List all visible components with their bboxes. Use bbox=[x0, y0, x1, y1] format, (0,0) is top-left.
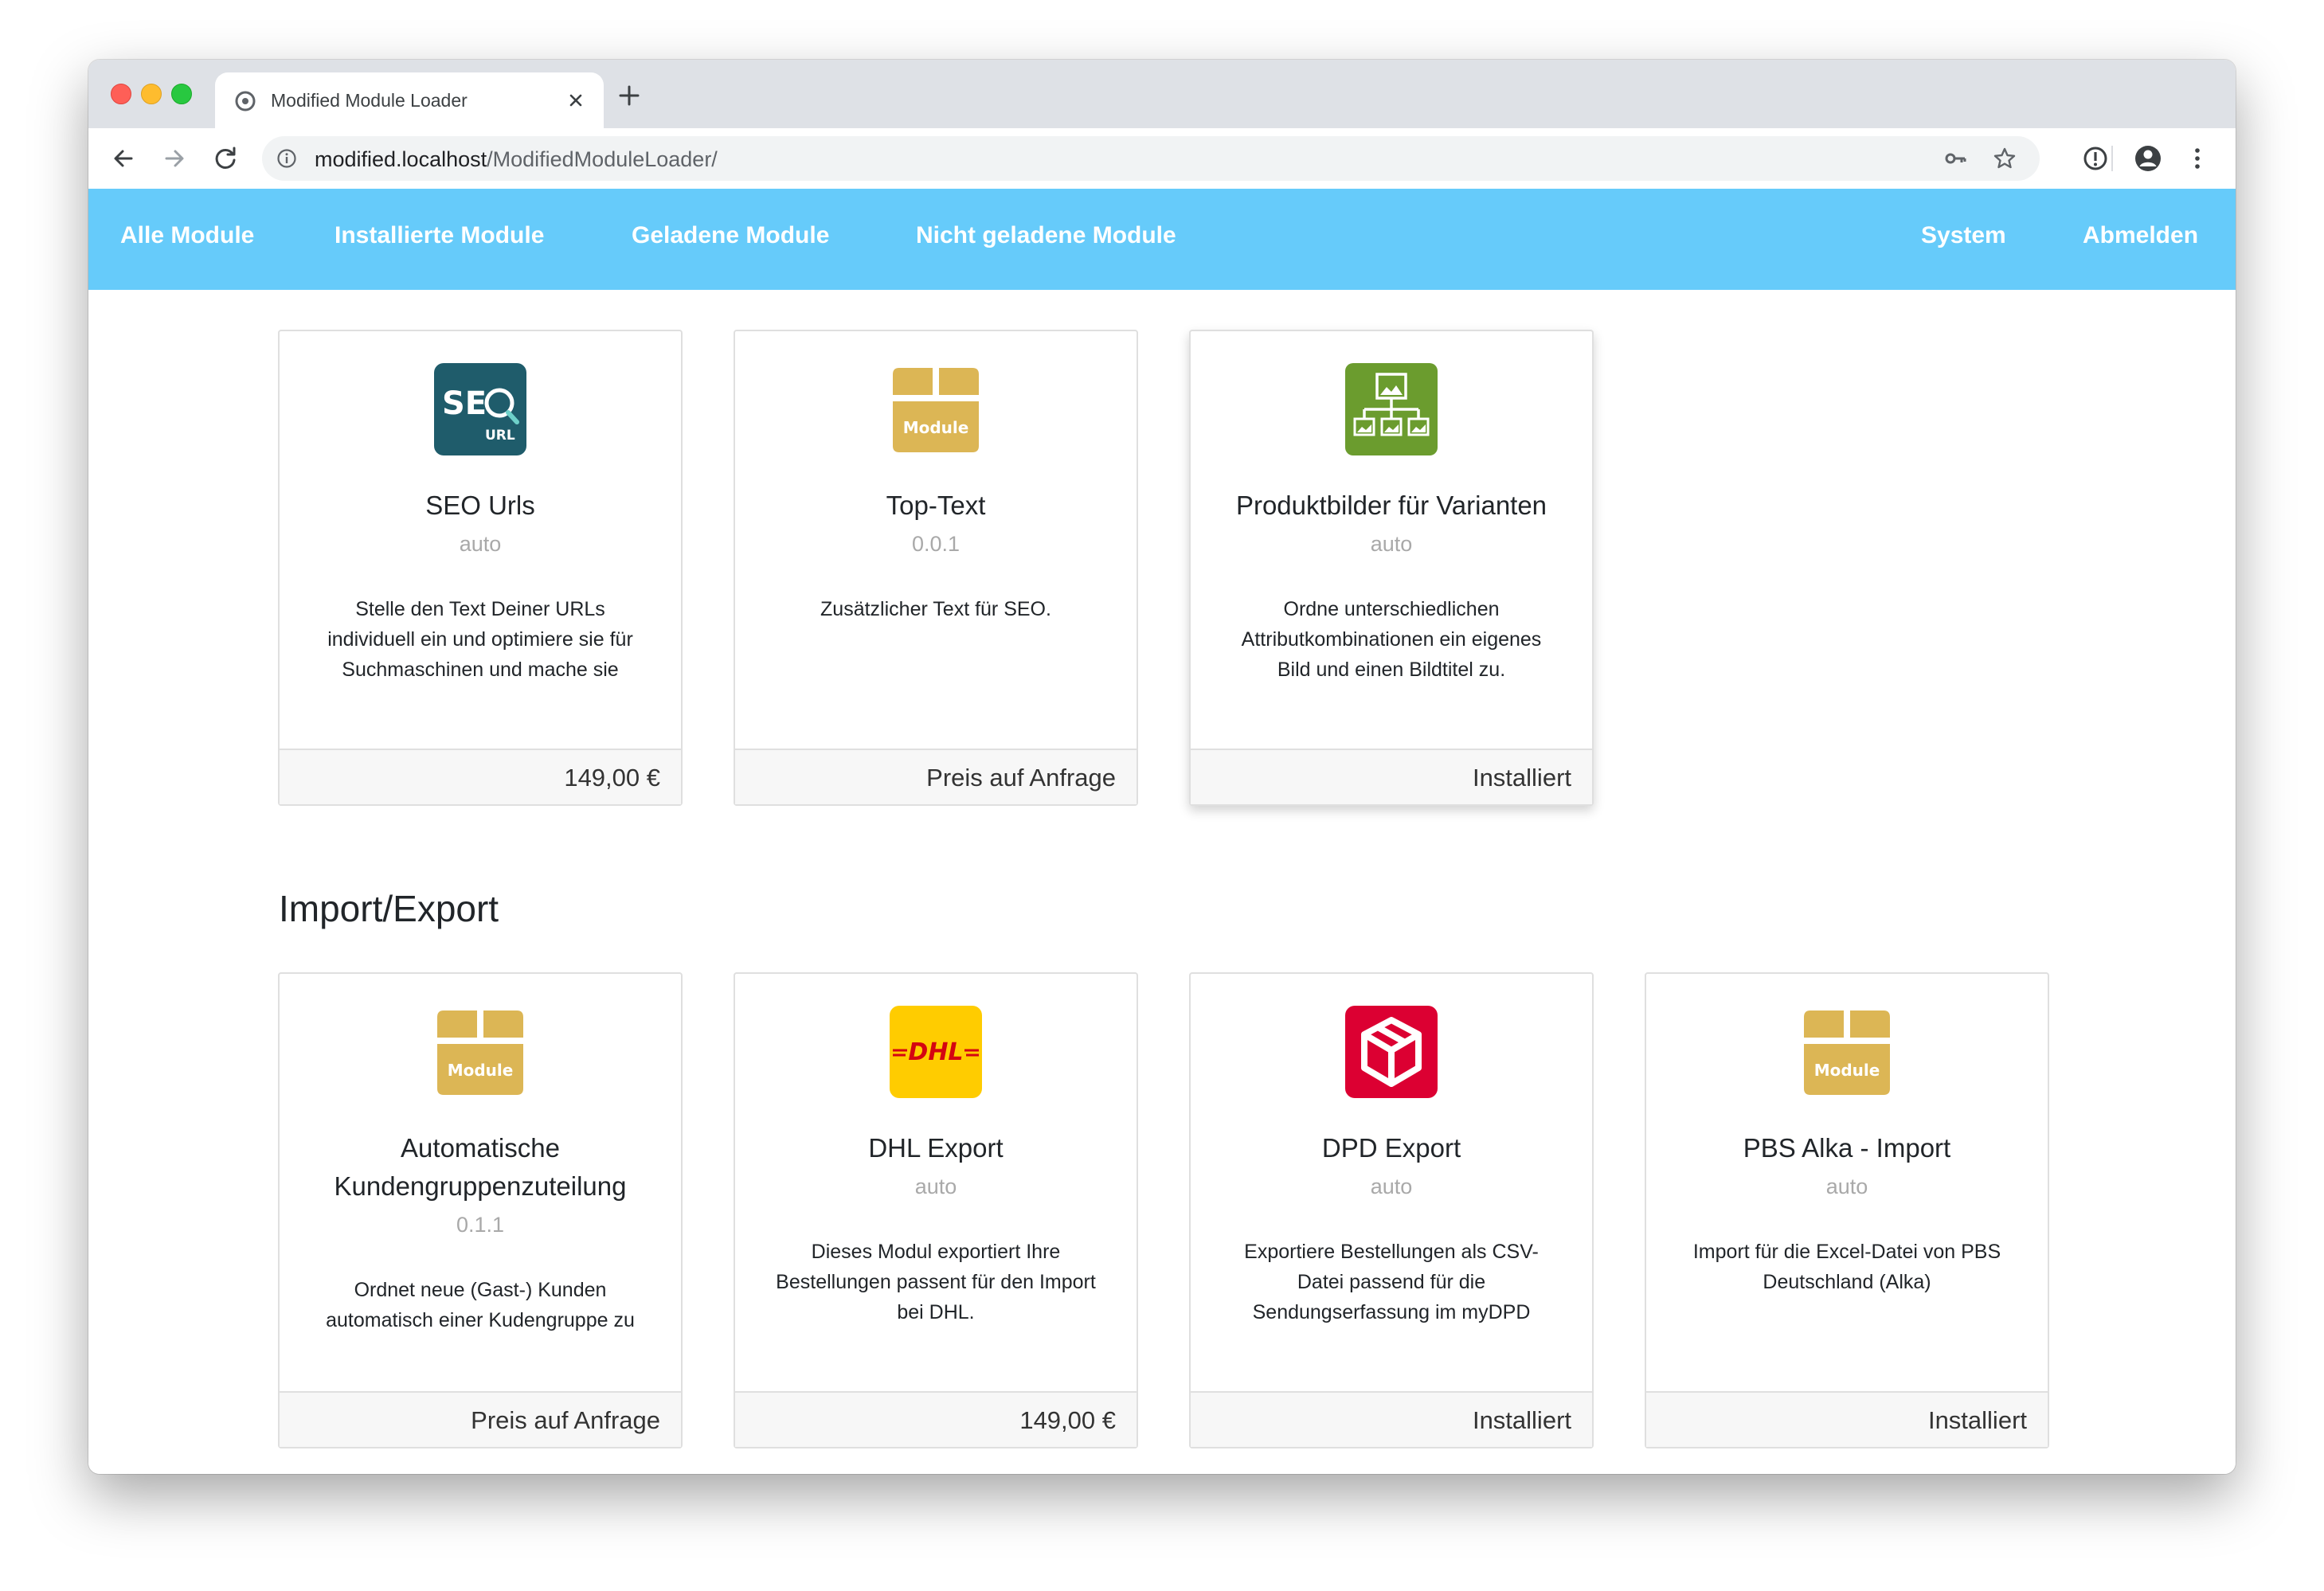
dhl-logo-icon: DHL bbox=[890, 1006, 982, 1098]
module-card-top-text[interactable]: Module Top-Text 0.0.1 Zusätzlicher Text … bbox=[734, 330, 1138, 806]
new-tab-icon[interactable] bbox=[614, 80, 644, 111]
svg-text:Module: Module bbox=[1814, 1061, 1880, 1080]
maximize-window-button[interactable] bbox=[171, 84, 192, 104]
reload-icon[interactable] bbox=[209, 143, 241, 174]
module-card-seo-urls[interactable]: SE URL SEO Urls auto Stelle den Text Dei… bbox=[278, 330, 683, 806]
card-footer: Installiert bbox=[1191, 1391, 1592, 1447]
address-bar[interactable]: modified.localhost/ModifiedModuleLoader/ bbox=[262, 136, 2040, 181]
card-version: 0.1.1 bbox=[456, 1213, 505, 1237]
card-description: Ordne unterschiedlichen Attributkombinat… bbox=[1241, 598, 1542, 681]
card-footer: Installiert bbox=[1191, 749, 1592, 804]
close-tab-icon[interactable] bbox=[562, 87, 589, 114]
card-footer: Installiert bbox=[1646, 1391, 2048, 1447]
card-version: auto bbox=[1370, 532, 1413, 556]
card-footer: Preis auf Anfrage bbox=[280, 1391, 681, 1447]
profile-avatar-icon[interactable] bbox=[2132, 143, 2164, 174]
url-text[interactable]: modified.localhost/ModifiedModuleLoader/ bbox=[315, 147, 718, 172]
module-list: SE URL SEO Urls auto Stelle den Text Dei… bbox=[88, 290, 2236, 1474]
extension-info-icon[interactable] bbox=[2079, 143, 2111, 174]
forward-arrow-icon[interactable] bbox=[158, 143, 190, 174]
card-price: 149,00 € bbox=[1019, 1406, 1116, 1434]
nav-system[interactable]: System bbox=[1921, 222, 2006, 249]
tab-title: Modified Module Loader bbox=[271, 90, 468, 111]
bookmark-star-icon[interactable] bbox=[1992, 146, 2017, 171]
card-title: SEO Urls bbox=[425, 491, 535, 520]
card-version: 0.0.1 bbox=[911, 532, 961, 556]
back-arrow-icon[interactable] bbox=[108, 143, 139, 174]
card-description: Stelle den Text Deiner URLs individuell … bbox=[327, 598, 633, 681]
card-footer: 149,00 € bbox=[735, 1391, 1137, 1447]
card-title: Produktbilder für Varianten bbox=[1235, 491, 1547, 520]
card-price: Preis auf Anfrage bbox=[926, 764, 1116, 792]
svg-text:Module: Module bbox=[903, 418, 969, 437]
nav-installierte-module[interactable]: Installierte Module bbox=[335, 222, 544, 249]
card-price: 149,00 € bbox=[564, 764, 660, 792]
nav-abmelden[interactable]: Abmelden bbox=[2083, 222, 2198, 249]
main-navigation: Alle Module Installierte Module Geladene… bbox=[88, 189, 2236, 290]
tab-strip: Modified Module Loader bbox=[88, 60, 2236, 130]
card-version: auto bbox=[1370, 1175, 1413, 1198]
browser-window: Modified Module Loader modified.localhos… bbox=[88, 60, 2236, 1474]
module-card-produktbilder[interactable]: Produktbilder für Varianten auto Ordne u… bbox=[1189, 330, 1594, 806]
card-description: Import für die Excel-Datei von PBS Deuts… bbox=[1692, 1241, 2001, 1293]
seo-url-icon: SE URL bbox=[434, 363, 526, 455]
tab-modified-module-loader[interactable]: Modified Module Loader bbox=[215, 72, 604, 130]
product-variant-images-icon bbox=[1345, 363, 1438, 455]
toolbar: modified.localhost/ModifiedModuleLoader/ bbox=[88, 128, 2236, 190]
card-status: Installiert bbox=[1472, 764, 1571, 792]
favicon-icon bbox=[235, 91, 256, 111]
nav-alle-module[interactable]: Alle Module bbox=[120, 222, 254, 249]
svg-text:DHL: DHL bbox=[908, 1038, 963, 1066]
card-title: Top-Text bbox=[886, 491, 986, 520]
card-description: Dieses Modul exportiert Ihre Bestellunge… bbox=[776, 1241, 1096, 1323]
card-description: Exportiere Bestellungen als CSV-Datei pa… bbox=[1244, 1241, 1539, 1323]
card-title: DPD Export bbox=[1321, 1133, 1461, 1163]
card-description: Zusätzlicher Text für SEO. bbox=[820, 598, 1051, 620]
dpd-logo-icon bbox=[1345, 1006, 1438, 1098]
url-path: /ModifiedModuleLoader/ bbox=[487, 147, 718, 171]
module-card-pbs-alka-import[interactable]: Module PBS Alka - Import auto Import für… bbox=[1645, 972, 2049, 1448]
card-price: Preis auf Anfrage bbox=[471, 1406, 660, 1434]
card-footer: 149,00 € bbox=[280, 749, 681, 804]
card-version: auto bbox=[459, 532, 502, 556]
card-description: Ordnet neue (Gast-) Kunden automatisch e… bbox=[326, 1279, 635, 1331]
card-title: PBS Alka - Import bbox=[1743, 1133, 1951, 1163]
module-box-icon: Module bbox=[893, 368, 979, 452]
card-version: auto bbox=[1825, 1175, 1868, 1198]
url-host: modified.localhost bbox=[315, 147, 487, 171]
card-version: auto bbox=[914, 1175, 957, 1198]
key-icon[interactable] bbox=[1943, 146, 1968, 171]
card-status: Installiert bbox=[1472, 1406, 1571, 1434]
module-card-dpd-export[interactable]: DPD Export auto Exportiere Bestellungen … bbox=[1189, 972, 1594, 1448]
toolbar-divider bbox=[2111, 146, 2113, 171]
svg-text:Module: Module bbox=[448, 1061, 514, 1080]
section-title-import-export: Import/Export bbox=[279, 888, 499, 929]
card-title: DHL Export bbox=[868, 1133, 1004, 1163]
module-card-dhl-export[interactable]: DHL DHL Export auto Dieses Modul exporti… bbox=[734, 972, 1138, 1448]
svg-text:URL: URL bbox=[485, 428, 515, 444]
module-box-icon: Module bbox=[437, 1010, 523, 1095]
minimize-window-button[interactable] bbox=[141, 84, 162, 104]
svg-text:SE: SE bbox=[442, 385, 487, 422]
close-window-button[interactable] bbox=[111, 84, 131, 104]
nav-geladene-module[interactable]: Geladene Module bbox=[632, 222, 829, 249]
nav-nicht-geladene-module[interactable]: Nicht geladene Module bbox=[916, 222, 1176, 249]
card-footer: Preis auf Anfrage bbox=[735, 749, 1137, 804]
site-info-icon[interactable] bbox=[276, 148, 297, 169]
card-status: Installiert bbox=[1927, 1406, 2027, 1434]
module-card-kundengruppenzuteilung[interactable]: Module Automatische Kundengruppenzuteilu… bbox=[278, 972, 683, 1448]
module-box-icon: Module bbox=[1804, 1010, 1890, 1095]
more-menu-icon[interactable] bbox=[2181, 143, 2213, 174]
card-title: Automatische Kundengruppenzuteilung bbox=[334, 1133, 627, 1201]
